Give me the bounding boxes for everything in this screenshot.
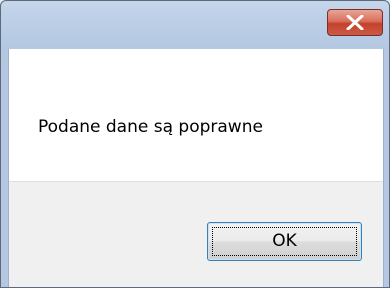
dialog-client-area: Podane dane są poprawne OK <box>8 49 384 287</box>
button-area: OK <box>9 181 383 287</box>
message-area: Podane dane są poprawne <box>9 49 383 181</box>
close-button[interactable] <box>327 9 383 36</box>
message-text: Podane dane są poprawne <box>38 117 263 137</box>
ok-button-label: OK <box>272 231 297 251</box>
close-icon <box>346 15 364 30</box>
message-dialog: Podane dane są poprawne OK <box>0 0 390 288</box>
title-bar[interactable] <box>1 1 389 49</box>
ok-button[interactable]: OK <box>207 222 362 261</box>
